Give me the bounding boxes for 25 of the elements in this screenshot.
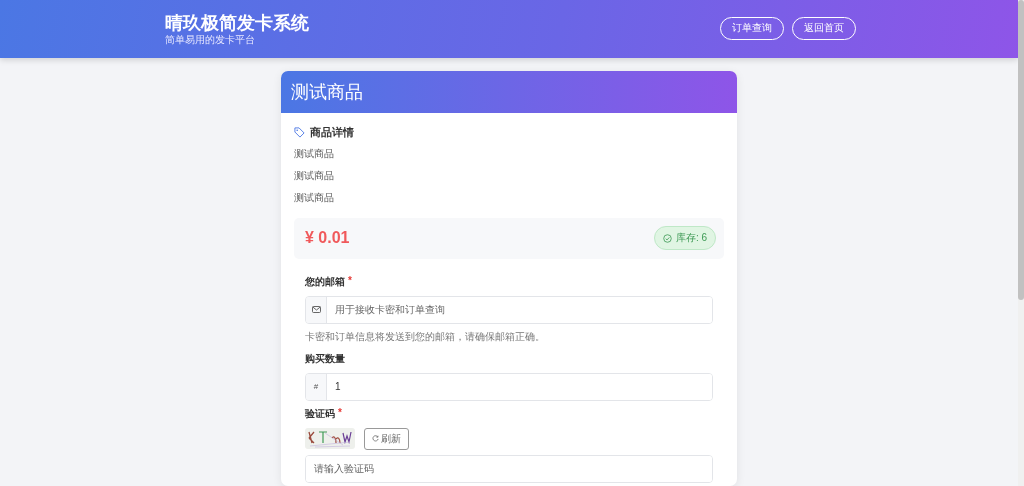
site-subtitle: 简单易用的发卡平台 — [165, 33, 256, 46]
hash-prefix: # — [306, 373, 327, 400]
product-title: 测试商品 — [291, 80, 363, 104]
stock-count: 库存: 6 — [675, 231, 707, 246]
section-title: 商品详情 — [310, 124, 354, 140]
quantity-field[interactable]: # 1 — [305, 372, 713, 401]
description-line: 测试商品 — [294, 147, 335, 160]
captcha-field[interactable]: 请输入验证码 — [305, 454, 713, 483]
check-circle-icon — [662, 233, 672, 243]
price: ¥ 0.01 — [305, 229, 350, 248]
mail-icon — [311, 306, 321, 314]
email-field[interactable]: 用于接收卡密和订单查询 — [305, 295, 713, 324]
description-line: 测试商品 — [294, 191, 335, 204]
refresh-button[interactable]: 刷新 — [364, 427, 409, 450]
field-label: 购买数量 — [305, 351, 345, 366]
required-mark: * — [338, 406, 342, 420]
field-hint: 卡密和订单信息将发送到您的邮箱，请确保邮箱正确。 — [305, 329, 546, 344]
site-title: 晴玖极简发卡系统 — [165, 11, 309, 34]
required-mark: * — [348, 274, 352, 288]
scrollbar[interactable] — [1018, 0, 1024, 486]
description-line: 测试商品 — [294, 169, 335, 182]
refresh-icon — [372, 435, 379, 443]
field-label: 您的邮箱 — [305, 274, 345, 289]
field-label: 验证码 — [305, 406, 335, 421]
tag-icon — [294, 126, 305, 138]
